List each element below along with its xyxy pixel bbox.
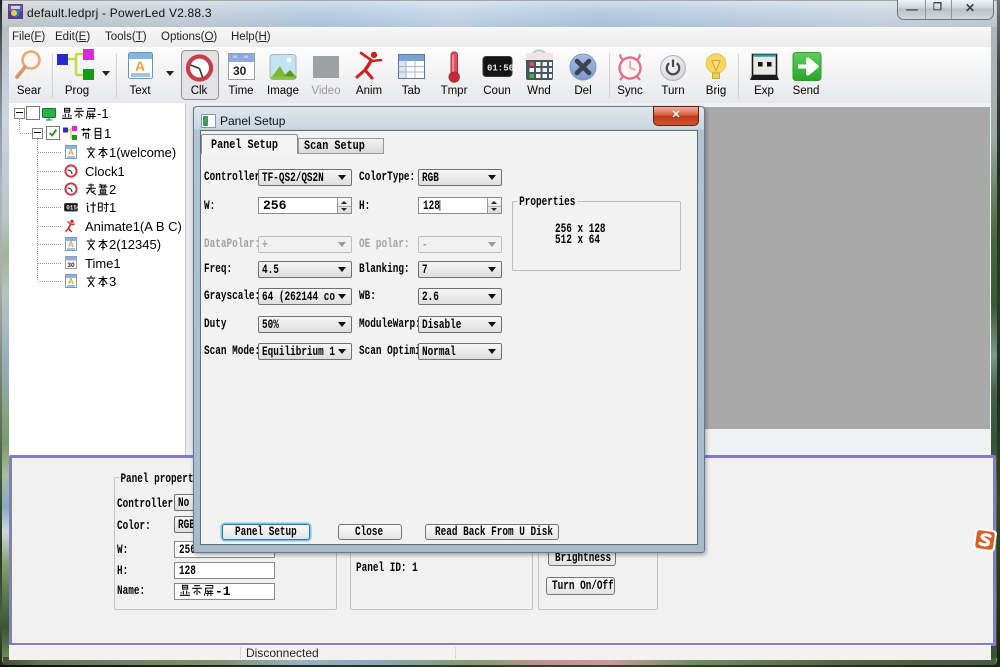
svg-text:A: A <box>68 148 74 157</box>
svg-text:A: A <box>68 240 74 249</box>
svg-text:0156: 0156 <box>66 205 78 212</box>
svg-text:A: A <box>68 277 74 286</box>
svg-text:30: 30 <box>233 64 247 78</box>
svg-text:01:56: 01:56 <box>487 64 514 74</box>
svg-text:A: A <box>135 58 145 74</box>
svg-text:30: 30 <box>67 262 75 269</box>
